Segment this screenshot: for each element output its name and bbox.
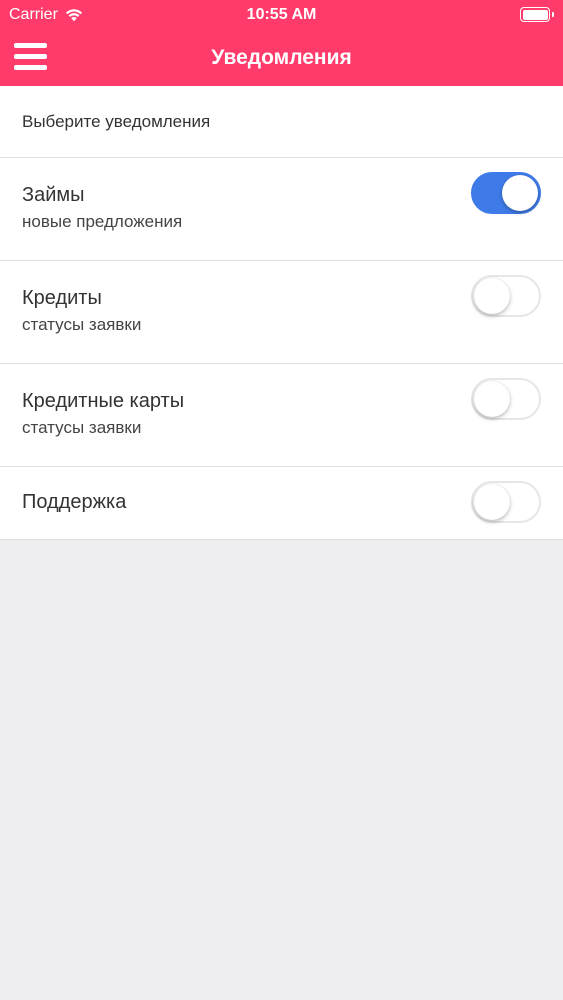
setting-row-credit-cards: Кредитные карты статусы заявки [0,364,563,467]
setting-subtitle: новые предложения [22,212,183,231]
app-screen: Carrier 10:55 AM Уведомления Выберите ув… [0,0,563,1000]
setting-row-credits: Кредиты статусы заявки [0,261,563,364]
toggle-knob [474,381,510,417]
setting-title: Поддержка [22,491,127,513]
support-toggle[interactable] [471,481,541,523]
toggle-knob [474,484,510,520]
page-title: Уведомления [211,46,352,69]
loans-toggle[interactable] [471,172,541,214]
battery-icon [520,7,554,22]
app-header: Carrier 10:55 AM Уведомления [0,0,563,86]
hamburger-menu-icon[interactable] [14,42,48,72]
setting-subtitle: статусы заявки [22,418,142,437]
menu-line [14,65,47,70]
navigation-bar: Уведомления [0,30,563,86]
credits-toggle[interactable] [471,275,541,317]
credit-cards-toggle[interactable] [471,378,541,420]
section-header: Выберите уведомления [0,86,563,158]
notification-settings-list: Выберите уведомления Займы новые предлож… [0,86,563,540]
battery-level-fill [522,9,548,20]
status-right [520,7,554,22]
status-time: 10:55 AM [246,6,317,23]
setting-title: Кредитные карты [22,390,185,412]
status-bar: Carrier 10:55 AM [0,0,563,30]
toggle-knob [502,175,538,211]
setting-row-loans: Займы новые предложения [0,158,563,261]
toggle-knob [474,278,510,314]
setting-title: Кредиты [22,287,102,309]
battery-nub [551,12,554,17]
menu-line [14,43,47,48]
setting-title: Займы [22,184,85,206]
setting-subtitle: статусы заявки [22,315,142,334]
setting-row-support: Поддержка [0,467,563,540]
menu-line [14,54,47,59]
